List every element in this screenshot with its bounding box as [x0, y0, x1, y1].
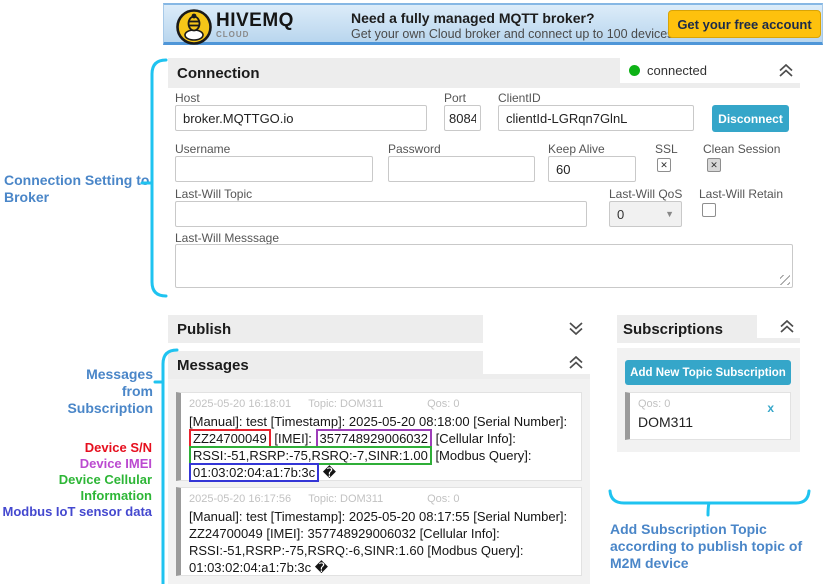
- payload-prefix: [Manual]: test [Timestamp]: 2025-05-20 0…: [189, 414, 567, 429]
- connection-status: connected: [647, 63, 707, 78]
- port-input[interactable]: [444, 105, 481, 131]
- connection-annotation: Connection Setting to Broker: [4, 172, 150, 206]
- message-topic: Topic: DOM311: [308, 493, 383, 505]
- logo-subtitle: CLOUD: [216, 31, 294, 39]
- subscriptions-header-tab: [757, 315, 800, 338]
- textarea-resize-handle[interactable]: [780, 275, 790, 285]
- get-free-account-button[interactable]: Get your free account: [668, 10, 821, 38]
- messages-section: Messages 2025-05-20 16:18:01 Topic: DOM3…: [168, 351, 590, 584]
- message-topic: Topic: DOM311: [308, 398, 383, 410]
- chevron-double-down-icon[interactable]: [568, 322, 584, 335]
- username-label: Username: [175, 142, 230, 156]
- lastwill-message-label: Last-Will Messsage: [175, 231, 279, 245]
- message-qos: Qos: 0: [427, 398, 459, 410]
- close-icon[interactable]: x: [767, 401, 774, 415]
- messages-list: 2025-05-20 16:18:01 Topic: DOM311 Qos: 0…: [168, 379, 590, 584]
- payload-tail: �: [323, 465, 336, 480]
- username-input[interactable]: [175, 156, 373, 182]
- connection-header: Connection connected: [168, 58, 800, 88]
- subscriptions-brace: [608, 490, 812, 520]
- hivemq-banner: HIVEMQ CLOUD Need a fully managed MQTT b…: [163, 3, 823, 45]
- chevron-double-up-icon[interactable]: [568, 356, 584, 369]
- ssl-label: SSL: [655, 142, 678, 156]
- connection-status-tab: connected: [620, 58, 800, 83]
- messages-brace: [155, 348, 181, 584]
- message-meta: 2025-05-20 16:18:01 Topic: DOM311 Qos: 0: [189, 398, 573, 410]
- host-label: Host: [175, 91, 200, 105]
- clientid-label: ClientID: [498, 91, 541, 105]
- hivemq-bee-logo-icon: [175, 8, 213, 51]
- disconnect-button[interactable]: Disconnect: [712, 105, 789, 132]
- lastwill-qos-label: Last-Will QoS: [609, 187, 682, 201]
- banner-headline: Need a fully managed MQTT broker?: [351, 10, 595, 26]
- chevron-double-up-icon[interactable]: [779, 320, 795, 333]
- keepalive-input[interactable]: [548, 156, 636, 182]
- message-card: 2025-05-20 16:18:01 Topic: DOM311 Qos: 0…: [176, 392, 582, 481]
- publish-title: Publish: [177, 321, 231, 338]
- message-card: 2025-05-20 16:17:56 Topic: DOM311 Qos: 0…: [176, 487, 582, 576]
- port-label: Port: [444, 91, 466, 105]
- message-meta: 2025-05-20 16:17:56 Topic: DOM311 Qos: 0: [189, 493, 573, 505]
- lastwill-message-textarea[interactable]: [175, 244, 793, 288]
- message-body: [Manual]: test [Timestamp]: 2025-05-20 0…: [189, 413, 573, 481]
- subscriptions-annotation: Add Subscription Topic according to publ…: [610, 521, 822, 572]
- subscription-meta: Qos: 0 x: [638, 398, 782, 410]
- connection-title: Connection: [177, 65, 260, 82]
- lastwill-qos-select[interactable]: 0 ▼: [609, 201, 682, 227]
- subscription-qos: Qos: 0: [638, 398, 670, 410]
- modbus-key: [Modbus Query]:: [435, 448, 531, 463]
- subscriptions-section: Subscriptions Add New Topic Subscription…: [617, 315, 800, 452]
- lastwill-retain-label: Last-Will Retain: [699, 187, 783, 201]
- logo-title: HIVEMQ: [216, 11, 294, 30]
- cellular-key: [Cellular Info]:: [436, 431, 516, 446]
- clientid-input[interactable]: [498, 105, 694, 131]
- legend-modbus: Modbus IoT sensor data: [0, 504, 152, 520]
- password-label: Password: [388, 142, 441, 156]
- messages-annotation: Messages from Subscription: [57, 366, 153, 417]
- message-time: 2025-05-20 16:18:01: [189, 398, 291, 410]
- messages-header-tab: [483, 351, 590, 374]
- connection-section: Connection connected Host Port ClientID …: [168, 58, 800, 295]
- publish-section: Publish: [168, 315, 590, 343]
- chevron-down-icon: ▼: [665, 209, 674, 219]
- lastwill-qos-value: 0: [617, 207, 624, 222]
- payload-legend: Device S/N Device IMEI Device Cellular I…: [0, 440, 152, 520]
- add-subscription-button[interactable]: Add New Topic Subscription: [625, 360, 791, 385]
- password-input[interactable]: [388, 156, 535, 182]
- legend-device-imei: Device IMEI: [0, 456, 152, 472]
- chevron-double-up-icon[interactable]: [778, 64, 794, 77]
- clean-session-checkbox[interactable]: ✕: [707, 158, 721, 172]
- subscriptions-body: Add New Topic Subscription Qos: 0 x DOM3…: [617, 348, 800, 452]
- subscriptions-header: Subscriptions: [617, 315, 800, 343]
- hivemq-wordmark: HIVEMQ CLOUD: [216, 11, 294, 39]
- messages-header: Messages: [168, 351, 590, 379]
- status-dot-icon: [629, 65, 640, 76]
- imei-key: [IMEI]:: [274, 431, 312, 446]
- message-qos: Qos: 0: [427, 493, 459, 505]
- legend-device-sn: Device S/N: [0, 440, 152, 456]
- subscriptions-title: Subscriptions: [623, 321, 723, 338]
- ssl-checkbox[interactable]: ✕: [657, 158, 671, 172]
- lastwill-retain-checkbox[interactable]: [702, 203, 716, 217]
- subscription-topic: DOM311: [638, 414, 782, 430]
- messages-title: Messages: [177, 357, 249, 374]
- legend-device-cellular: Device Cellular Information: [0, 472, 152, 504]
- keepalive-label: Keep Alive: [548, 142, 605, 156]
- lastwill-topic-input[interactable]: [175, 201, 587, 227]
- banner-subheadline: Get your own Cloud broker and connect up…: [351, 27, 720, 41]
- host-input[interactable]: [175, 105, 427, 131]
- message-time: 2025-05-20 16:17:56: [189, 493, 291, 505]
- modbus-data-value: 01:03:02:04:a1:7b:3c: [189, 463, 319, 482]
- connection-brace: [140, 58, 170, 298]
- lastwill-topic-label: Last-Will Topic: [175, 187, 252, 201]
- publish-header: Publish: [168, 315, 483, 343]
- message-body: [Manual]: test [Timestamp]: 2025-05-20 0…: [189, 508, 573, 576]
- clean-session-label: Clean Session: [703, 142, 780, 156]
- subscription-card: Qos: 0 x DOM311: [625, 392, 791, 440]
